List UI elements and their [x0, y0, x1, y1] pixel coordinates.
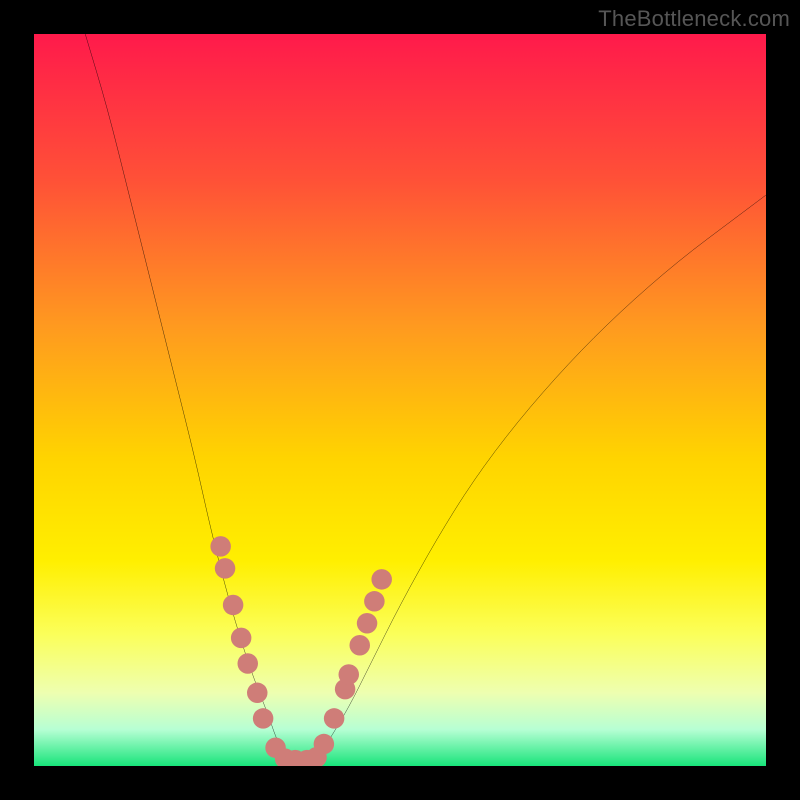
- data-marker: [210, 536, 230, 556]
- curve-right-curve: [312, 195, 766, 762]
- markers-group: [210, 536, 392, 766]
- data-marker: [357, 613, 377, 633]
- plot-area: [34, 34, 766, 766]
- data-marker: [231, 628, 251, 648]
- data-marker: [247, 683, 267, 703]
- data-marker: [324, 708, 344, 728]
- data-marker: [371, 569, 391, 589]
- data-marker: [314, 734, 334, 754]
- chart-svg: [34, 34, 766, 766]
- data-marker: [364, 591, 384, 611]
- data-marker: [253, 708, 273, 728]
- series-group: [85, 34, 766, 762]
- curve-left-curve: [85, 34, 290, 762]
- data-marker: [215, 558, 235, 578]
- data-marker: [223, 595, 243, 615]
- chart-frame: TheBottleneck.com: [0, 0, 800, 800]
- data-marker: [349, 635, 369, 655]
- data-marker: [237, 653, 257, 673]
- watermark-text: TheBottleneck.com: [598, 6, 790, 32]
- data-marker: [339, 664, 359, 684]
